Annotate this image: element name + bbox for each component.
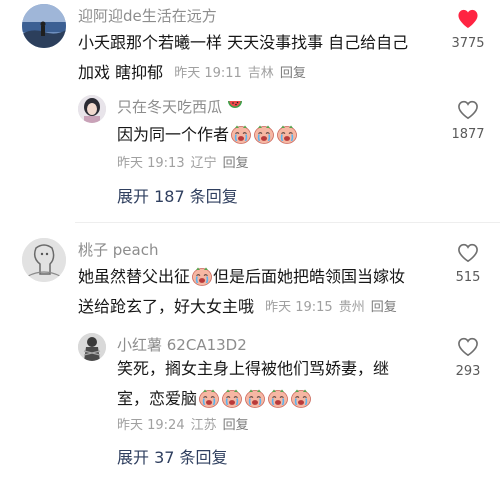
username-text: 只在冬天吃西瓜 [117,98,223,116]
comment-text-line: 小夭跟那个若曦一样 天天没事找事 自己给自己 [78,33,409,52]
expand-replies-button[interactable]: 展开 37 条回复 [117,449,228,467]
comment-text-line: 送给跄玄了，好大女主哦 [78,297,255,316]
heart-outline-icon [458,243,478,263]
like-button[interactable]: 3775 [444,9,492,52]
comment-text: 小夭跟那个若曦一样 天天没事找事 自己给自己 加戏 瞎抑郁 昨天 19:11 吉林… [78,28,450,88]
timestamp: 昨天 19:13 [117,156,185,171]
comment-section: 迎阿迎de生活在远方 小夭跟那个若曦一样 天天没事找事 自己给自己 加戏 瞎抑郁… [0,0,500,497]
crying-face-icon [191,267,212,286]
reply-text-line: 笑死，搁女主身上得被他们骂娇妻，继 [117,359,390,378]
reply-button[interactable]: 回复 [223,418,249,433]
crying-face-icon [276,125,297,144]
crying-face-icon [290,389,311,408]
watermelon-icon [227,101,242,108]
comment-text-line: 她虽然替父出征 [78,267,191,286]
like-count: 293 [455,364,481,379]
crying-face-icon [267,389,288,408]
divider [75,222,500,223]
comment-meta: 昨天 19:11 吉林 回复 [174,66,306,81]
like-button[interactable]: 515 [444,243,492,286]
username[interactable]: 只在冬天吃西瓜 [117,98,243,116]
crying-face-icon [244,389,265,408]
reply-text-content: 因为同一个作者 [117,125,230,144]
like-count: 1877 [451,127,485,142]
expand-replies-button[interactable]: 展开 187 条回复 [117,188,238,206]
crying-emoji-group [197,389,312,408]
crying-emoji-group [229,125,298,144]
like-count: 3775 [451,36,485,51]
reply-button[interactable]: 回复 [371,300,397,315]
portrait-avatar-image [78,95,106,123]
reply-button[interactable]: 回复 [223,156,249,171]
user-avatar[interactable] [78,95,106,123]
heart-outline-icon [458,100,478,120]
crying-face-icon [253,125,274,144]
crying-face-icon [198,389,219,408]
reply-meta: 昨天 19:13 辽宁 回复 [117,156,249,172]
heart-filled-icon [458,9,478,29]
sketch-avatar-image [22,238,66,282]
username[interactable]: 小红薯 62CA13D2 [117,336,247,354]
like-button[interactable]: 1877 [444,100,492,143]
location: 辽宁 [190,156,217,171]
location: 吉林 [247,66,274,81]
location: 江苏 [190,418,217,433]
crying-face-icon [221,389,242,408]
reply-button[interactable]: 回复 [280,66,306,81]
comment-text: 她虽然替父出征 但是后面她把皓领国当嫁妆 送给跄玄了，好大女主哦 昨天 19:15… [78,262,450,322]
heart-outline-icon [458,337,478,357]
like-button[interactable]: 293 [444,337,492,380]
username[interactable]: 迎阿迎de生活在远方 [78,7,217,25]
user-avatar[interactable] [78,333,106,361]
landscape-avatar-image [22,4,66,48]
location: 贵州 [338,300,365,315]
timestamp: 昨天 19:15 [265,300,333,315]
reply-text-line: 室，恋爱脑 [117,389,198,408]
reply-text: 笑死，搁女主身上得被他们骂娇妻，继 室，恋爱脑 [117,354,437,414]
reply-meta: 昨天 19:24 江苏 回复 [117,418,249,434]
comment-text-line: 但是后面她把皓领国当嫁妆 [213,267,406,286]
like-count: 515 [455,270,481,285]
comment-text-line: 加戏 瞎抑郁 [78,63,164,82]
user-avatar[interactable] [22,238,66,282]
username[interactable]: 桃子 peach [78,241,158,259]
timestamp: 昨天 19:24 [117,418,185,433]
timestamp: 昨天 19:11 [174,66,242,81]
user-avatar[interactable] [22,4,66,48]
reply-text: 因为同一个作者 [117,120,417,150]
comment-meta: 昨天 19:15 贵州 回复 [265,300,397,315]
tied-figure-avatar-image [78,333,106,361]
crying-emoji-group [190,267,213,286]
crying-face-icon [230,125,251,144]
